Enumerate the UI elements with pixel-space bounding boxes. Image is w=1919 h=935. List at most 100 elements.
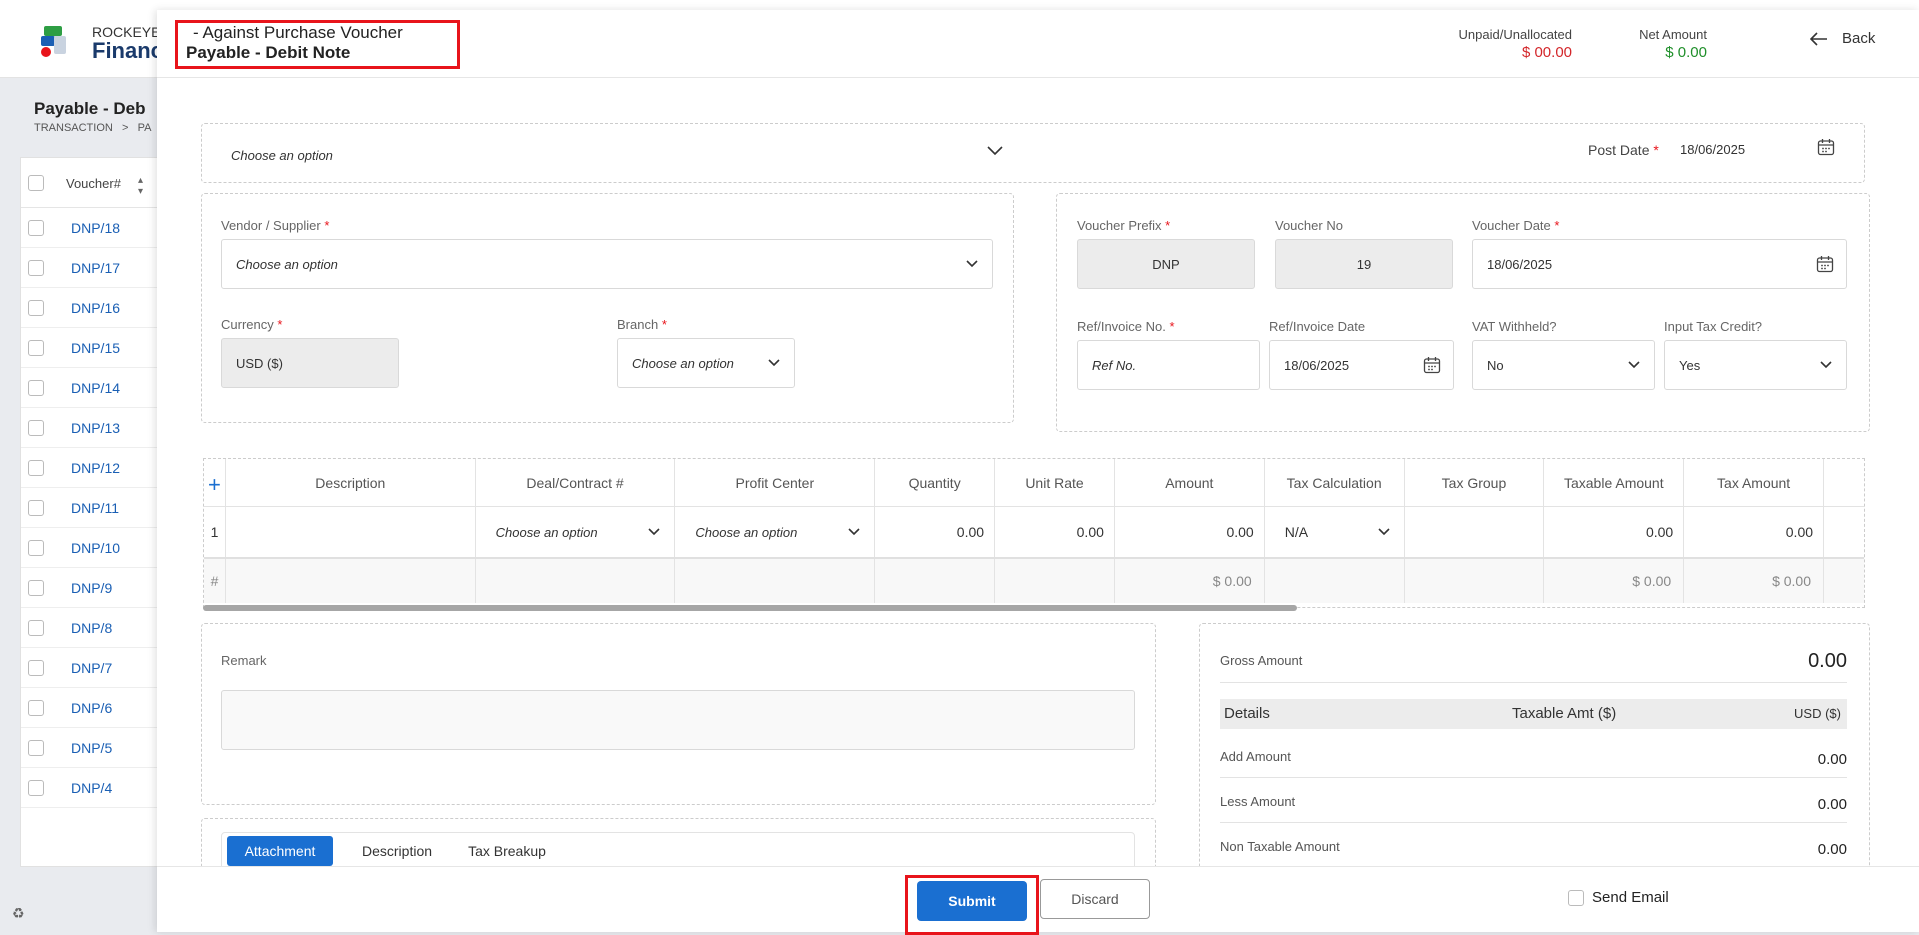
list-item[interactable]: DNP/16 xyxy=(21,288,179,328)
list-item[interactable]: DNP/12 xyxy=(21,448,179,488)
list-item[interactable]: DNP/10 xyxy=(21,528,179,568)
tab-description[interactable]: Description xyxy=(347,836,447,866)
voucher-prefix-field: DNP xyxy=(1077,239,1255,289)
branch-dropdown[interactable]: Choose an option xyxy=(617,338,795,388)
voucher-no-label: Voucher No xyxy=(1275,218,1343,233)
row-checkbox[interactable] xyxy=(28,220,44,236)
row-unit-rate-input[interactable]: 0.00 xyxy=(995,507,1115,557)
list-item[interactable]: DNP/7 xyxy=(21,648,179,688)
ref-invoice-date-input[interactable]: 18/06/2025 xyxy=(1269,340,1454,390)
row-checkbox[interactable] xyxy=(28,540,44,556)
tab-attachment[interactable]: Attachment xyxy=(227,836,333,866)
post-date-input[interactable]: 18/06/2025 xyxy=(1680,142,1745,157)
voucher-link[interactable]: DNP/14 xyxy=(71,380,120,396)
list-item[interactable]: DNP/17 xyxy=(21,248,179,288)
breadcrumb: TRANSACTION > PA xyxy=(34,122,152,134)
list-item[interactable]: DNP/6 xyxy=(21,688,179,728)
divider xyxy=(1220,777,1847,778)
row-deal-dropdown[interactable]: Choose an option xyxy=(476,507,676,557)
voucher-link[interactable]: DNP/5 xyxy=(71,740,112,756)
back-button[interactable]: Back xyxy=(1810,30,1875,47)
select-all-checkbox[interactable] xyxy=(28,175,44,191)
list-item[interactable]: DNP/15 xyxy=(21,328,179,368)
voucher-link[interactable]: DNP/7 xyxy=(71,660,112,676)
arrow-left-icon xyxy=(1810,31,1827,46)
less-amount-label: Less Amount xyxy=(1220,794,1296,809)
refresh-icon[interactable]: ♻ xyxy=(12,905,25,922)
row-tax-group[interactable] xyxy=(1405,507,1545,557)
list-item[interactable]: DNP/5 xyxy=(21,728,179,768)
col-deal-contract: Deal/Contract # xyxy=(476,459,676,506)
voucher-link[interactable]: DNP/6 xyxy=(71,700,112,716)
unpaid-label: Unpaid/Unallocated xyxy=(1458,27,1572,42)
row-tax-calc-dropdown[interactable]: N/A xyxy=(1265,507,1405,557)
sort-icon[interactable]: ▴ ▾ xyxy=(138,175,143,197)
voucher-link[interactable]: DNP/9 xyxy=(71,580,112,596)
row-checkbox[interactable] xyxy=(28,660,44,676)
calendar-icon[interactable] xyxy=(1817,138,1835,156)
list-item[interactable]: DNP/11 xyxy=(21,488,179,528)
row-deal-placeholder: Choose an option xyxy=(495,524,598,540)
send-email-checkbox[interactable] xyxy=(1568,889,1584,906)
remark-textarea[interactable] xyxy=(221,690,1135,750)
submit-button[interactable]: Submit xyxy=(917,881,1027,921)
row-quantity-input[interactable]: 0.00 xyxy=(875,507,996,557)
row-checkbox[interactable] xyxy=(28,340,44,356)
voucher-link[interactable]: DNP/12 xyxy=(71,460,120,476)
less-amount-value: 0.00 xyxy=(1817,796,1847,813)
list-item[interactable]: DNP/9 xyxy=(21,568,179,608)
grid-horizontal-scrollbar[interactable] xyxy=(203,605,1297,611)
voucher-link[interactable]: DNP/17 xyxy=(71,260,120,276)
row-checkbox[interactable] xyxy=(28,260,44,276)
send-email-option[interactable]: Send Email xyxy=(1568,889,1669,906)
row-checkbox[interactable] xyxy=(28,700,44,716)
voucher-link[interactable]: DNP/10 xyxy=(71,540,120,556)
voucher-selection-dropdown[interactable]: Choose an option xyxy=(231,148,333,163)
voucher-link[interactable]: DNP/13 xyxy=(71,420,120,436)
branch-label: Branch * xyxy=(617,317,667,332)
row-amount-input[interactable]: 0.00 xyxy=(1115,507,1265,557)
list-item[interactable]: DNP/14 xyxy=(21,368,179,408)
row-description-input[interactable] xyxy=(226,507,476,557)
chevron-down-icon[interactable] xyxy=(987,146,1003,156)
row-checkbox[interactable] xyxy=(28,500,44,516)
row-checkbox[interactable] xyxy=(28,420,44,436)
calendar-icon[interactable] xyxy=(1423,356,1441,374)
voucher-date-input[interactable]: 18/06/2025 xyxy=(1472,239,1847,289)
row-checkbox[interactable] xyxy=(28,580,44,596)
voucher-link[interactable]: DNP/11 xyxy=(71,500,119,516)
row-extra xyxy=(1824,507,1864,557)
list-item[interactable]: DNP/4 xyxy=(21,768,179,808)
unpaid-stat: Unpaid/Unallocated $ 00.00 xyxy=(1407,27,1572,61)
voucher-link[interactable]: DNP/4 xyxy=(71,780,112,796)
list-item[interactable]: DNP/8 xyxy=(21,608,179,648)
voucher-link[interactable]: DNP/16 xyxy=(71,300,120,316)
ref-invoice-input[interactable]: Ref No. xyxy=(1077,340,1260,390)
list-item[interactable]: DNP/18 xyxy=(21,208,179,248)
calendar-icon[interactable] xyxy=(1816,255,1834,273)
row-checkbox[interactable] xyxy=(28,460,44,476)
footer-deal xyxy=(476,559,676,603)
row-profit-center-dropdown[interactable]: Choose an option xyxy=(675,507,876,557)
list-item[interactable]: DNP/13 xyxy=(21,408,179,448)
row-checkbox[interactable] xyxy=(28,740,44,756)
col-extra xyxy=(1824,459,1864,506)
voucher-link[interactable]: DNP/18 xyxy=(71,220,120,236)
discard-button[interactable]: Discard xyxy=(1040,879,1150,919)
send-email-label: Send Email xyxy=(1592,889,1669,906)
branch-placeholder: Choose an option xyxy=(632,355,734,371)
tab-tax-breakup[interactable]: Tax Breakup xyxy=(457,836,557,866)
vendor-dropdown[interactable]: Choose an option xyxy=(221,239,993,289)
row-checkbox[interactable] xyxy=(28,300,44,316)
currency-label: Currency * xyxy=(221,317,283,332)
voucher-link[interactable]: DNP/8 xyxy=(71,620,112,636)
input-tax-credit-dropdown[interactable]: Yes xyxy=(1664,340,1847,390)
voucher-link[interactable]: DNP/15 xyxy=(71,340,120,356)
voucher-column-header[interactable]: Voucher# xyxy=(66,176,121,191)
row-checkbox[interactable] xyxy=(28,780,44,796)
row-checkbox[interactable] xyxy=(28,380,44,396)
row-checkbox[interactable] xyxy=(28,620,44,636)
vat-withheld-label: VAT Withheld? xyxy=(1472,319,1557,334)
vat-withheld-dropdown[interactable]: No xyxy=(1472,340,1655,390)
add-row-button[interactable]: + xyxy=(204,459,226,506)
